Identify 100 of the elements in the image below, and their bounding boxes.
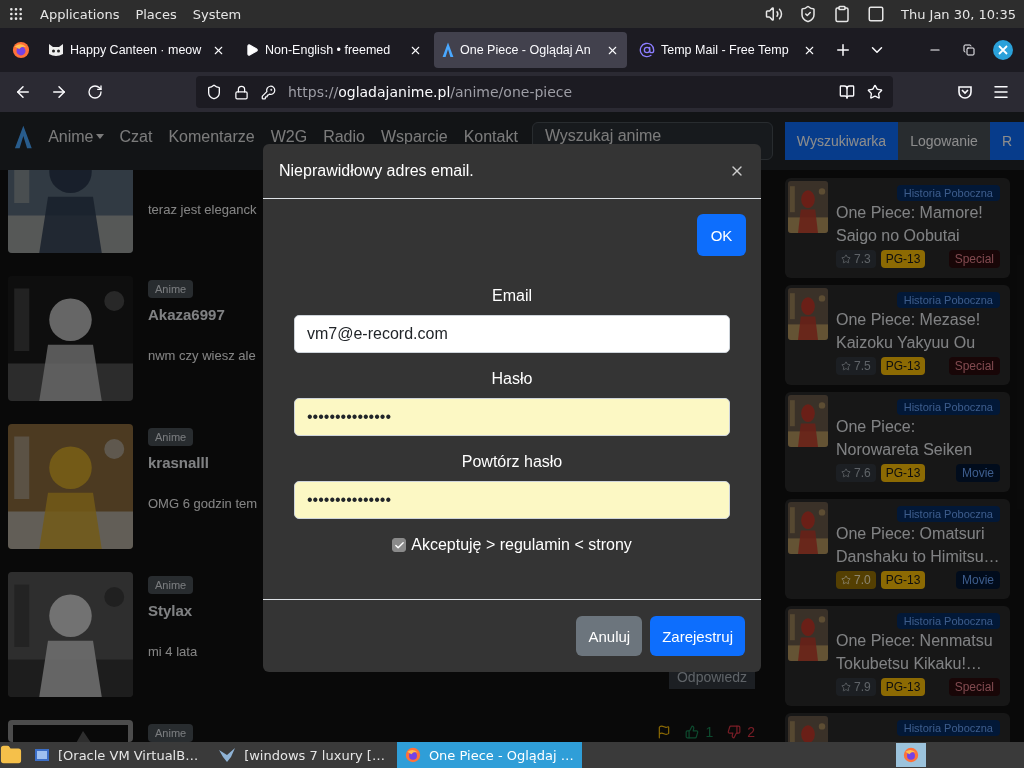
- browser-tab[interactable]: One Piece - Oglądaj An: [434, 32, 627, 68]
- anime-title[interactable]: One Piece: Mamore! Saigo no Oobutai: [836, 201, 1000, 247]
- anime-title[interactable]: One Piece: Mezase! Kaizoku Yakyuu Ou: [836, 308, 1000, 354]
- virtualbox-icon: [34, 747, 50, 763]
- pocket-icon[interactable]: [957, 84, 973, 100]
- modal-title: Nieprawidłowy adres email.: [279, 162, 475, 180]
- folder-icon[interactable]: [0, 744, 22, 766]
- input-field[interactable]: vm7@e-record.com: [294, 315, 730, 353]
- restore-icon[interactable]: [963, 44, 975, 56]
- star-icon[interactable]: [867, 84, 883, 100]
- tray-button[interactable]: [896, 743, 926, 767]
- category-badge: Historia Poboczna: [896, 506, 1000, 522]
- checkbox-label[interactable]: Akceptuję > regulamin < strony: [411, 536, 632, 554]
- thumbs-up-icon[interactable]: [685, 725, 700, 739]
- age-rating-badge: PG-13: [880, 357, 926, 375]
- anime-title[interactable]: One Piece: Norowareta Seiken: [836, 415, 1000, 461]
- username[interactable]: Stylax: [148, 602, 193, 619]
- rating-badge: 7.6: [836, 464, 876, 482]
- rating-badge: 7.5: [836, 357, 876, 375]
- nav-button[interactable]: Wyszukiwarka: [784, 122, 899, 160]
- nav-link[interactable]: Czat: [111, 128, 161, 146]
- taskbar-item[interactable]: [windows 7 luxury […: [210, 742, 393, 768]
- nav-link[interactable]: Radio: [315, 128, 373, 146]
- type-badge: Movie: [956, 571, 1000, 589]
- category-badge: Anime: [148, 576, 194, 594]
- firefox-icon: [12, 41, 30, 59]
- input-field[interactable]: •••••••••••••••: [294, 481, 730, 519]
- cat-icon: [48, 42, 64, 58]
- type-badge: Special: [948, 250, 1000, 268]
- clock[interactable]: Thu Jan 30, 10:35: [901, 6, 1016, 22]
- ok-button[interactable]: OK: [697, 214, 746, 256]
- menu-icon[interactable]: [992, 83, 1010, 101]
- close-icon[interactable]: [992, 39, 1014, 61]
- taskbar-item[interactable]: [Oracle VM VirtualB…: [26, 742, 207, 768]
- reaction-count: 2: [747, 724, 755, 740]
- type-badge: Movie: [956, 464, 1000, 482]
- field-label: Email: [492, 287, 532, 305]
- age-rating-badge: PG-13: [880, 250, 926, 268]
- anime-card[interactable]: Historia Poboczna One Piece: Norowareta Seiken 7.6 PG-13 Movie: [785, 392, 1010, 492]
- apps-grid-icon[interactable]: [8, 6, 24, 22]
- thumbs-down-icon[interactable]: [727, 725, 742, 739]
- system-menu[interactable]: System: [192, 6, 242, 22]
- rating-badge: 7.0: [836, 571, 876, 589]
- nav-button[interactable]: Logowanie: [898, 122, 990, 160]
- dialog-button[interactable]: Anuluj: [576, 616, 643, 656]
- back-icon[interactable]: [14, 83, 32, 101]
- reader-icon[interactable]: [839, 84, 855, 100]
- system-menu[interactable]: Applications: [40, 6, 120, 22]
- anime-card[interactable]: Historia Poboczna One Piece: Mamore! Saigo no Oobutai 7.3 PG-13 Special: [785, 178, 1010, 278]
- field-label: Hasło: [491, 370, 533, 388]
- caret-icon[interactable]: [95, 134, 104, 140]
- type-badge: Special: [948, 678, 1000, 696]
- window-icon[interactable]: [867, 5, 885, 23]
- url-field[interactable]: https://ogladajanime.pl/anime/one-piece: [196, 76, 893, 108]
- browser-tab[interactable]: Non-English • freemed: [237, 32, 430, 68]
- browser-tab[interactable]: Happy Canteen · meow: [40, 32, 233, 68]
- flag-icon[interactable]: [657, 725, 672, 739]
- category-badge: Historia Poboczna: [896, 292, 1000, 308]
- anime-card[interactable]: Historia Poboczna One Piece: Nenmatsu Tokubetsu Kikaku!… 7.9 PG-13 Special: [785, 606, 1010, 706]
- forward-icon[interactable]: [50, 83, 68, 101]
- taskbar-item[interactable]: One Piece - Oglądaj …: [396, 742, 582, 768]
- dialog-button[interactable]: Zarejestruj: [650, 616, 745, 656]
- firefox-icon: [404, 747, 421, 763]
- comment-text: OMG 6 godzin tem: [148, 496, 258, 511]
- checkbox[interactable]: [392, 538, 407, 552]
- new-tab-icon[interactable]: [834, 41, 852, 59]
- rating-badge: 7.9: [836, 678, 876, 696]
- nav-link[interactable]: Wsparcie: [372, 128, 456, 146]
- anime-card[interactable]: Historia Poboczna One Piece: Omatsuri Danshaku to Himitsu… 7.0 PG-13 Movie: [785, 499, 1010, 599]
- anime-title[interactable]: One Piece: Omatsuri Danshaku to Himitsu…: [836, 522, 1000, 568]
- lock-icon[interactable]: [234, 84, 249, 100]
- shield-icon[interactable]: [799, 5, 817, 23]
- anime-title[interactable]: One Piece: Nenmatsu Tokubetsu Kikaku!…: [836, 629, 1000, 675]
- age-rating-badge: PG-13: [880, 678, 926, 696]
- system-menu[interactable]: Places: [135, 6, 177, 22]
- anime-card[interactable]: Historia Poboczna: [785, 713, 1010, 742]
- browser-tab[interactable]: Temp Mail - Free Temp: [631, 32, 824, 68]
- nav-link[interactable]: W2G: [262, 128, 316, 146]
- anime-card[interactable]: Historia Poboczna One Piece: Mezase! Kaizoku Yakyuu Ou 7.5 PG-13 Special: [785, 285, 1010, 385]
- nav-link[interactable]: Komentarze: [160, 128, 263, 146]
- key-icon[interactable]: [261, 84, 276, 100]
- logo-icon: [442, 42, 454, 58]
- input-field[interactable]: •••••••••••••••: [294, 398, 730, 436]
- username[interactable]: krasnalll: [148, 454, 209, 471]
- clipboard-icon[interactable]: [833, 5, 851, 23]
- volume-icon[interactable]: [765, 5, 783, 23]
- category-badge: Anime: [148, 724, 194, 742]
- nav-button[interactable]: R: [989, 122, 1024, 160]
- nav-link[interactable]: Anime: [40, 128, 112, 146]
- comment-text: nwm czy wiesz ale: [148, 348, 256, 363]
- shield-icon[interactable]: [206, 84, 222, 100]
- comment-text: teraz jest eleganck: [148, 202, 257, 217]
- category-badge: Anime: [148, 428, 194, 446]
- category-badge: Historia Poboczna: [896, 720, 1000, 736]
- nav-link[interactable]: Kontakt: [455, 128, 526, 146]
- reload-icon[interactable]: [87, 84, 103, 100]
- logo-icon: [14, 124, 33, 150]
- comment-text: mi 4 lata: [148, 644, 198, 659]
- reaction-count: 1: [705, 724, 714, 740]
- username[interactable]: Akaza6997: [148, 306, 225, 323]
